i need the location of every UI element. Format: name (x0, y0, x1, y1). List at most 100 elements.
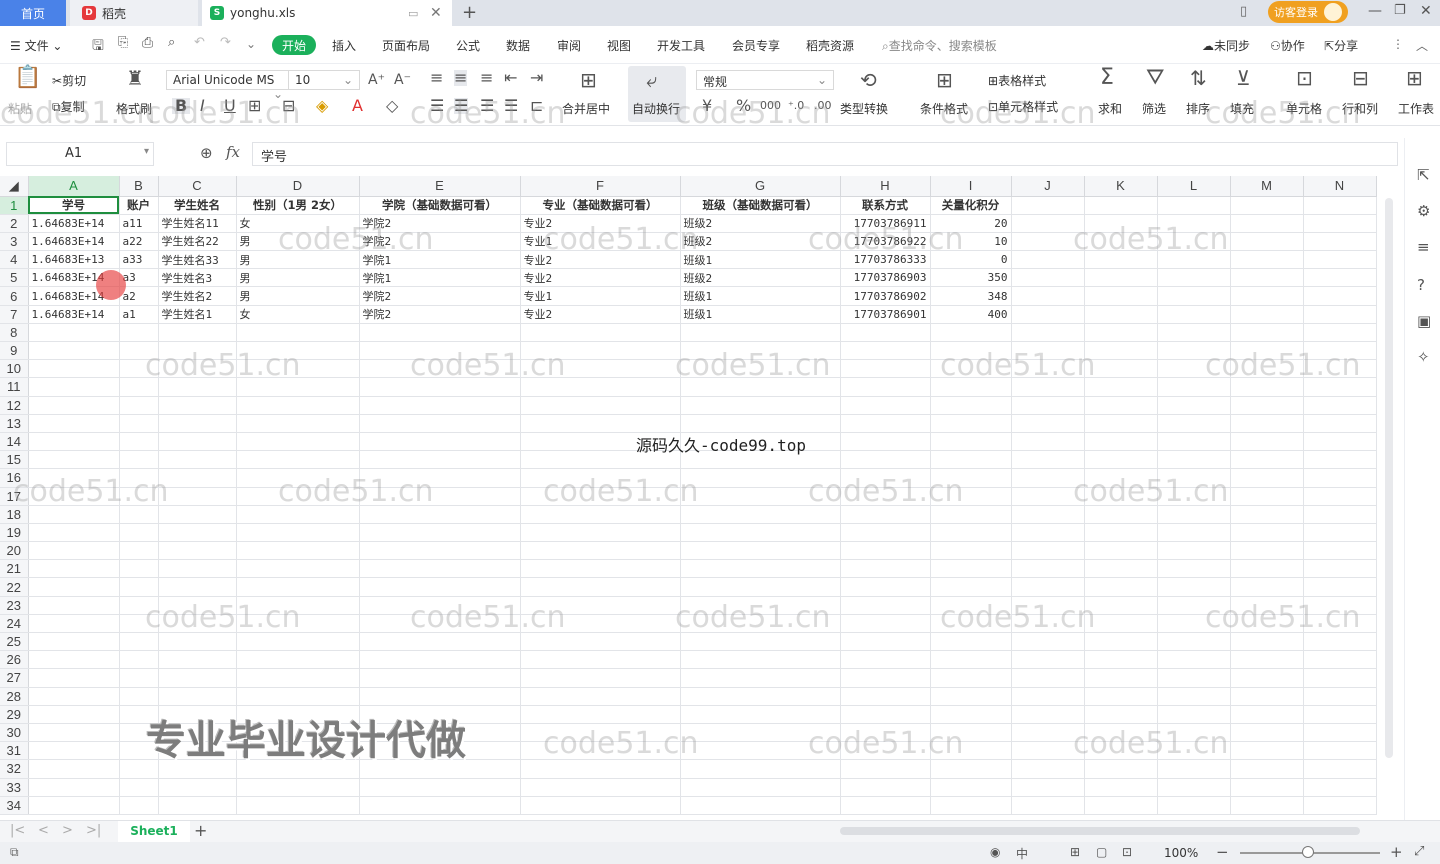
cell-m1[interactable] (1230, 196, 1304, 215)
cell-g19[interactable] (680, 523, 841, 543)
fill-icon[interactable]: ⊻ (1236, 68, 1251, 88)
cell-c8[interactable] (158, 323, 237, 343)
cell-j14[interactable] (1011, 432, 1085, 452)
cell-h17[interactable] (840, 487, 931, 506)
cell-d33[interactable] (236, 778, 360, 797)
cell-b20[interactable] (119, 541, 159, 561)
cell-a18[interactable] (28, 505, 120, 524)
cell-m18[interactable] (1230, 505, 1304, 524)
cell-c21[interactable] (158, 559, 237, 579)
cell-h16[interactable] (840, 468, 931, 488)
cell-c10[interactable] (158, 359, 237, 379)
cell-i1[interactable]: 关量化积分 (930, 196, 1012, 215)
cell-j22[interactable] (1011, 577, 1085, 597)
row-header[interactable]: 1 (0, 196, 29, 215)
cell-d5[interactable]: 男 (236, 268, 360, 288)
cell-m15[interactable] (1230, 450, 1304, 470)
justify-icon[interactable]: ☰ (504, 98, 518, 114)
cell-i28[interactable] (930, 687, 1012, 706)
sort-icon[interactable]: ⇅ (1190, 68, 1207, 88)
cell-n24[interactable] (1303, 614, 1377, 634)
cell-g1[interactable]: 班级（基础数据可看） (680, 196, 841, 215)
cell-k23[interactable] (1084, 596, 1158, 615)
row-header[interactable]: 22 (0, 577, 29, 597)
menu-page-layout[interactable]: 页面布局 (382, 37, 430, 54)
cell-k12[interactable] (1084, 396, 1158, 415)
cell-e6[interactable]: 学院2 (359, 286, 521, 306)
cell-h1[interactable]: 联系方式 (840, 196, 931, 215)
cell-n4[interactable] (1303, 250, 1377, 270)
cell-g16[interactable] (680, 468, 841, 488)
cell-a2[interactable]: 1.64683E+14 (28, 214, 120, 233)
font-color-icon[interactable]: A (352, 98, 363, 114)
cell-k2[interactable] (1084, 214, 1158, 233)
cell-l32[interactable] (1157, 759, 1231, 779)
column-header-l[interactable]: L (1157, 176, 1231, 197)
cell-b11[interactable] (119, 377, 159, 397)
cell-e33[interactable] (359, 778, 521, 797)
cell-b24[interactable] (119, 614, 159, 634)
cell-n31[interactable] (1303, 741, 1377, 761)
row-header[interactable]: 14 (0, 432, 29, 452)
cell-l9[interactable] (1157, 341, 1231, 361)
column-header-k[interactable]: K (1084, 176, 1158, 197)
cell-d4[interactable]: 男 (236, 250, 360, 270)
cell-k32[interactable] (1084, 759, 1158, 779)
cell-k3[interactable] (1084, 232, 1158, 252)
undo-icon[interactable]: ↶ (194, 35, 205, 50)
cell-b1[interactable]: 账户 (119, 196, 159, 215)
tab-home[interactable]: 首页 (0, 0, 66, 26)
cell-h13[interactable] (840, 414, 931, 433)
cell-c32[interactable] (158, 759, 237, 779)
cell-k21[interactable] (1084, 559, 1158, 579)
cell-k11[interactable] (1084, 377, 1158, 397)
cell-n27[interactable] (1303, 668, 1377, 688)
cell-d27[interactable] (236, 668, 360, 688)
cell-h8[interactable] (840, 323, 931, 343)
cell-h24[interactable] (840, 614, 931, 634)
cell-e10[interactable] (359, 359, 521, 379)
row-header[interactable]: 17 (0, 487, 29, 506)
cell-f30[interactable] (520, 723, 681, 743)
cell-a3[interactable]: 1.64683E+14 (28, 232, 120, 252)
cell-n17[interactable] (1303, 487, 1377, 506)
row-header[interactable]: 29 (0, 705, 29, 724)
cell-k13[interactable] (1084, 414, 1158, 433)
cell-i4[interactable]: 0 (930, 250, 1012, 270)
cell-f22[interactable] (520, 577, 681, 597)
cell-f10[interactable] (520, 359, 681, 379)
visitor-login-button[interactable]: 访客登录 (1268, 1, 1348, 23)
cell-f29[interactable] (520, 705, 681, 724)
cell-l8[interactable] (1157, 323, 1231, 343)
cell-g17[interactable] (680, 487, 841, 506)
cell-i12[interactable] (930, 396, 1012, 415)
cell-e24[interactable] (359, 614, 521, 634)
cell-m19[interactable] (1230, 523, 1304, 543)
cell-e18[interactable] (359, 505, 521, 524)
cell-e7[interactable]: 学院2 (359, 305, 521, 324)
next-sheet-icon[interactable]: > (62, 823, 73, 838)
cell-n14[interactable] (1303, 432, 1377, 452)
cell-d34[interactable] (236, 796, 360, 815)
cell-g7[interactable]: 班级1 (680, 305, 841, 324)
cell-f15[interactable] (520, 450, 681, 470)
cell-d29[interactable] (236, 705, 360, 724)
cell-c1[interactable]: 学生姓名 (158, 196, 237, 215)
vertical-scrollbar[interactable] (1385, 198, 1393, 758)
cell-h20[interactable] (840, 541, 931, 561)
cell-n20[interactable] (1303, 541, 1377, 561)
type-convert-icon[interactable]: ⟲ (860, 70, 877, 90)
row-header[interactable]: 11 (0, 377, 29, 397)
cell-l1[interactable] (1157, 196, 1231, 215)
cell-b6[interactable]: a2 (119, 286, 159, 306)
align-center-icon[interactable]: ☰ (454, 98, 469, 114)
cell-b28[interactable] (119, 687, 159, 706)
cell-f23[interactable] (520, 596, 681, 615)
cell-a16[interactable] (28, 468, 120, 488)
column-header-m[interactable]: M (1230, 176, 1304, 197)
cell-j5[interactable] (1011, 268, 1085, 288)
cell-f2[interactable]: 专业2 (520, 214, 681, 233)
cell-h21[interactable] (840, 559, 931, 579)
cell-c16[interactable] (158, 468, 237, 488)
cell-l18[interactable] (1157, 505, 1231, 524)
